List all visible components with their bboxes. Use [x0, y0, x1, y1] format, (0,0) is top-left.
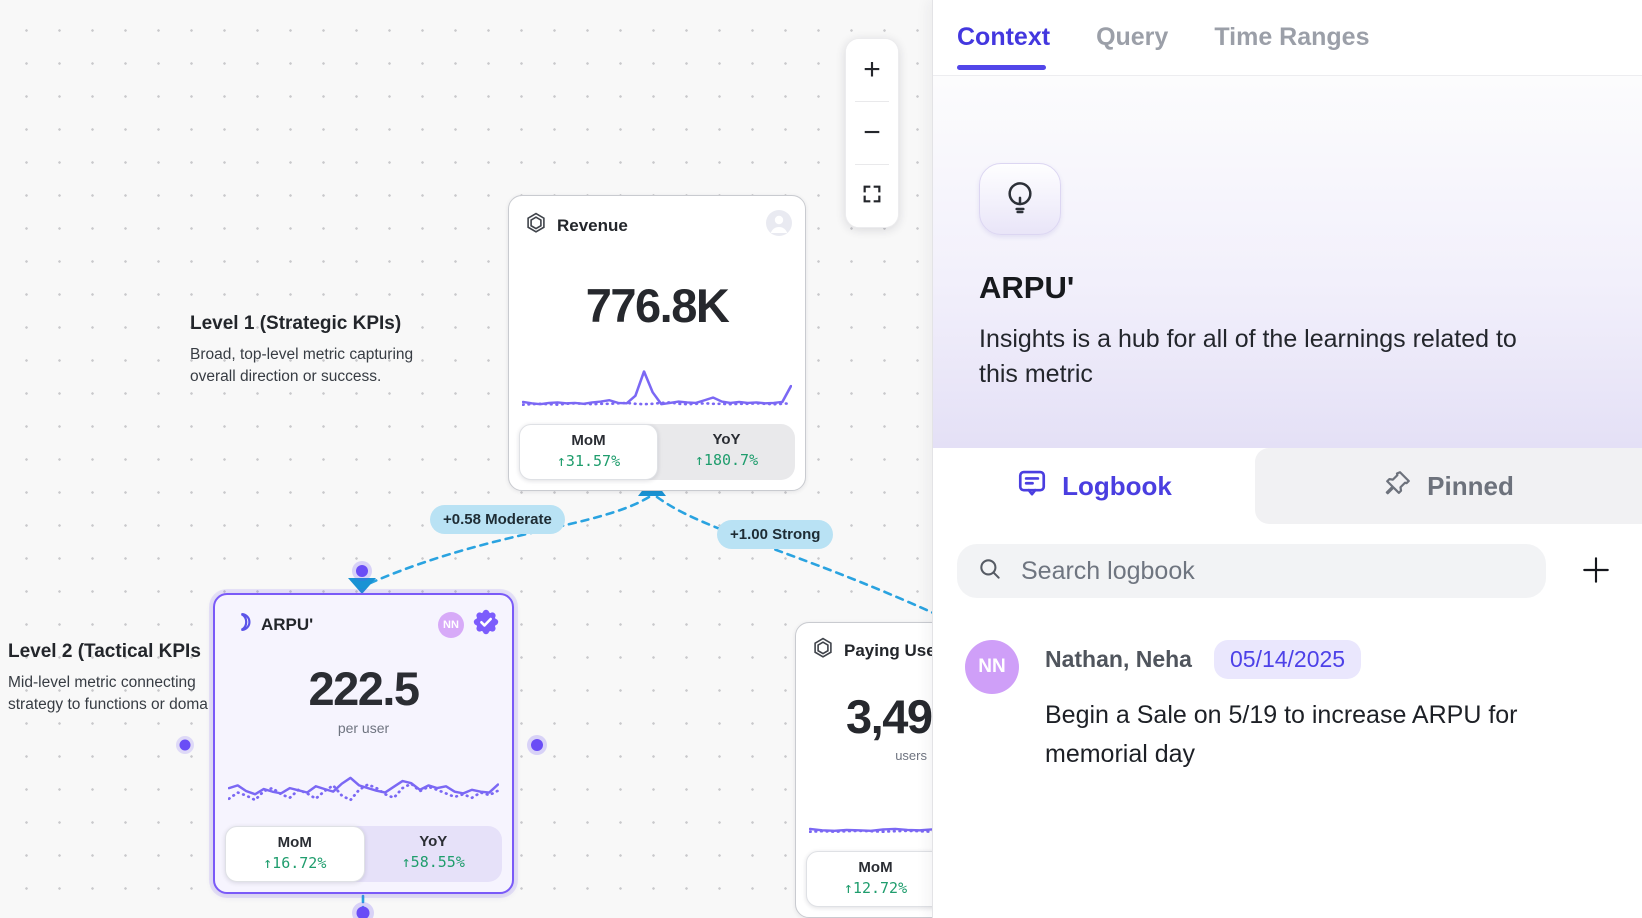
- hexagon-metric-icon: [524, 211, 548, 240]
- panel-tab-bar: Context Query Time Ranges: [933, 0, 1642, 76]
- level-2-description: Mid-level metric connecting strategy to …: [8, 672, 214, 716]
- metric-card-revenue[interactable]: Revenue 776.8K MoM ↑31.57% YoY ↑180.7: [508, 195, 806, 491]
- metric-value: 3,49: [796, 689, 932, 744]
- insight-tile: [979, 163, 1061, 235]
- search-icon: [977, 556, 1003, 587]
- yoy-value: ↑180.7%: [658, 451, 795, 469]
- entry-date-badge: 05/14/2025: [1214, 640, 1361, 679]
- mom-value: ↑31.57%: [520, 452, 657, 470]
- entry-body: Nathan, Neha 05/14/2025 Begin a Sale on …: [1045, 640, 1550, 774]
- logbook-search-row: [933, 524, 1642, 598]
- arpu-sparkline: [228, 763, 499, 813]
- period-toggle: MoM ↑16.72% YoY ↑58.55%: [225, 826, 502, 882]
- plus-icon: [1580, 554, 1612, 589]
- correlation-badge-moderate[interactable]: +0.58 Moderate: [430, 505, 565, 534]
- context-panel: Context Query Time Ranges ARPU' Insights…: [932, 0, 1642, 918]
- collaborator-badge: NN: [438, 612, 464, 638]
- panel-metric-title: ARPU': [979, 270, 1596, 306]
- owner-avatar-icon: [765, 209, 793, 242]
- yoy-value: ↑58.55%: [365, 853, 503, 871]
- tab-context[interactable]: Context: [957, 0, 1050, 75]
- metric-unit: per user: [215, 720, 512, 736]
- mom-value: ↑16.72%: [226, 854, 364, 872]
- mom-segment[interactable]: MoM ↑31.57%: [519, 424, 658, 480]
- period-toggle: MoM ↑31.57% YoY ↑180.7%: [519, 424, 795, 480]
- metric-value: 776.8K: [509, 278, 805, 333]
- entry-text: Begin a Sale on 5/19 to increase ARPU fo…: [1045, 696, 1550, 774]
- card-title: Paying Users': [844, 641, 932, 661]
- mom-label: MoM: [807, 859, 932, 876]
- card-title: Revenue: [557, 216, 628, 236]
- yoy-segment[interactable]: YoY ↑180.7%: [658, 424, 795, 480]
- metric-card-paying-users[interactable]: Paying Users' 3,49 users MoM ↑12.72%: [795, 622, 932, 918]
- tab-time-ranges[interactable]: Time Ranges: [1214, 0, 1369, 75]
- arpu-right-handle[interactable]: [527, 735, 547, 755]
- level-1-title: Level 1 (Strategic KPIs): [190, 313, 430, 335]
- metric-context-header: ARPU' Insights is a hub for all of the l…: [933, 76, 1642, 448]
- metric-tree-app: Level 1 (Strategic KPIs) Broad, top-leve…: [0, 0, 1642, 918]
- pushpin-icon: [1383, 468, 1413, 505]
- hexagon-metric-icon: [811, 636, 835, 665]
- correlation-badge-strong[interactable]: +1.00 Strong: [717, 520, 833, 549]
- logbook-search[interactable]: [957, 544, 1546, 598]
- panel-metric-description: Insights is a hub for all of the learnin…: [979, 322, 1559, 392]
- lightbulb-icon: [1000, 177, 1040, 222]
- card-title: ARPU': [261, 615, 313, 635]
- mom-label: MoM: [226, 834, 364, 851]
- edge-payingusers-to-revenue: [657, 497, 932, 616]
- metric-unit: users: [796, 748, 932, 763]
- level-1-annotation[interactable]: Level 1 (Strategic KPIs) Broad, top-leve…: [190, 313, 430, 388]
- tab-pinned-label: Pinned: [1427, 471, 1514, 502]
- crescent-moon-icon: [230, 611, 252, 638]
- logbook-chat-icon: [1016, 467, 1048, 506]
- yoy-label: YoY: [365, 833, 503, 850]
- level-2-title: Level 2 (Tactical KPIs: [8, 641, 214, 663]
- arpu-top-handle[interactable]: [352, 561, 372, 581]
- arrowhead-into-arpu: [348, 578, 376, 594]
- level-2-annotation[interactable]: Level 2 (Tactical KPIs Mid-level metric …: [8, 641, 214, 716]
- metric-card-arpu[interactable]: ARPU' NN 222.5: [213, 593, 514, 894]
- revenue-sparkline: [522, 361, 792, 411]
- mom-segment[interactable]: MoM ↑16.72%: [225, 826, 365, 882]
- search-input[interactable]: [1019, 556, 1526, 587]
- logbook-entry[interactable]: NN Nathan, Neha 05/14/2025 Begin a Sale …: [933, 598, 1642, 774]
- zoom-out-button[interactable]: −: [846, 102, 898, 164]
- entry-avatar: NN: [965, 640, 1019, 694]
- period-toggle: MoM ↑12.72%: [806, 851, 932, 907]
- canvas-zoom-toolbar: + −: [845, 38, 899, 228]
- entry-author: Nathan, Neha: [1045, 646, 1192, 673]
- logbook-pinned-tabs: Logbook Pinned: [933, 448, 1642, 524]
- yoy-segment[interactable]: YoY ↑58.55%: [365, 826, 503, 882]
- arpu-left-handle[interactable]: [176, 736, 194, 754]
- yoy-label: YoY: [658, 431, 795, 448]
- tab-query[interactable]: Query: [1096, 0, 1168, 75]
- metric-value: 222.5: [215, 661, 512, 716]
- arpu-bottom-handle[interactable]: [352, 902, 374, 918]
- fullscreen-icon: [861, 179, 883, 213]
- tab-pinned[interactable]: Pinned: [1255, 448, 1642, 524]
- metric-tree-canvas[interactable]: Level 1 (Strategic KPIs) Broad, top-leve…: [0, 0, 932, 918]
- add-log-entry-button[interactable]: [1574, 549, 1618, 593]
- tab-logbook-label: Logbook: [1062, 471, 1172, 502]
- level-1-description: Broad, top-level metric capturing overal…: [190, 344, 430, 388]
- zoom-in-button[interactable]: +: [846, 39, 898, 101]
- mom-segment[interactable]: MoM ↑12.72%: [806, 851, 932, 907]
- mom-value: ↑12.72%: [807, 879, 932, 897]
- mom-label: MoM: [520, 432, 657, 449]
- paying-users-sparkline: [809, 788, 932, 838]
- tab-logbook[interactable]: Logbook: [933, 448, 1255, 524]
- fit-view-button[interactable]: [846, 165, 898, 227]
- verified-check-badge: [472, 608, 500, 641]
